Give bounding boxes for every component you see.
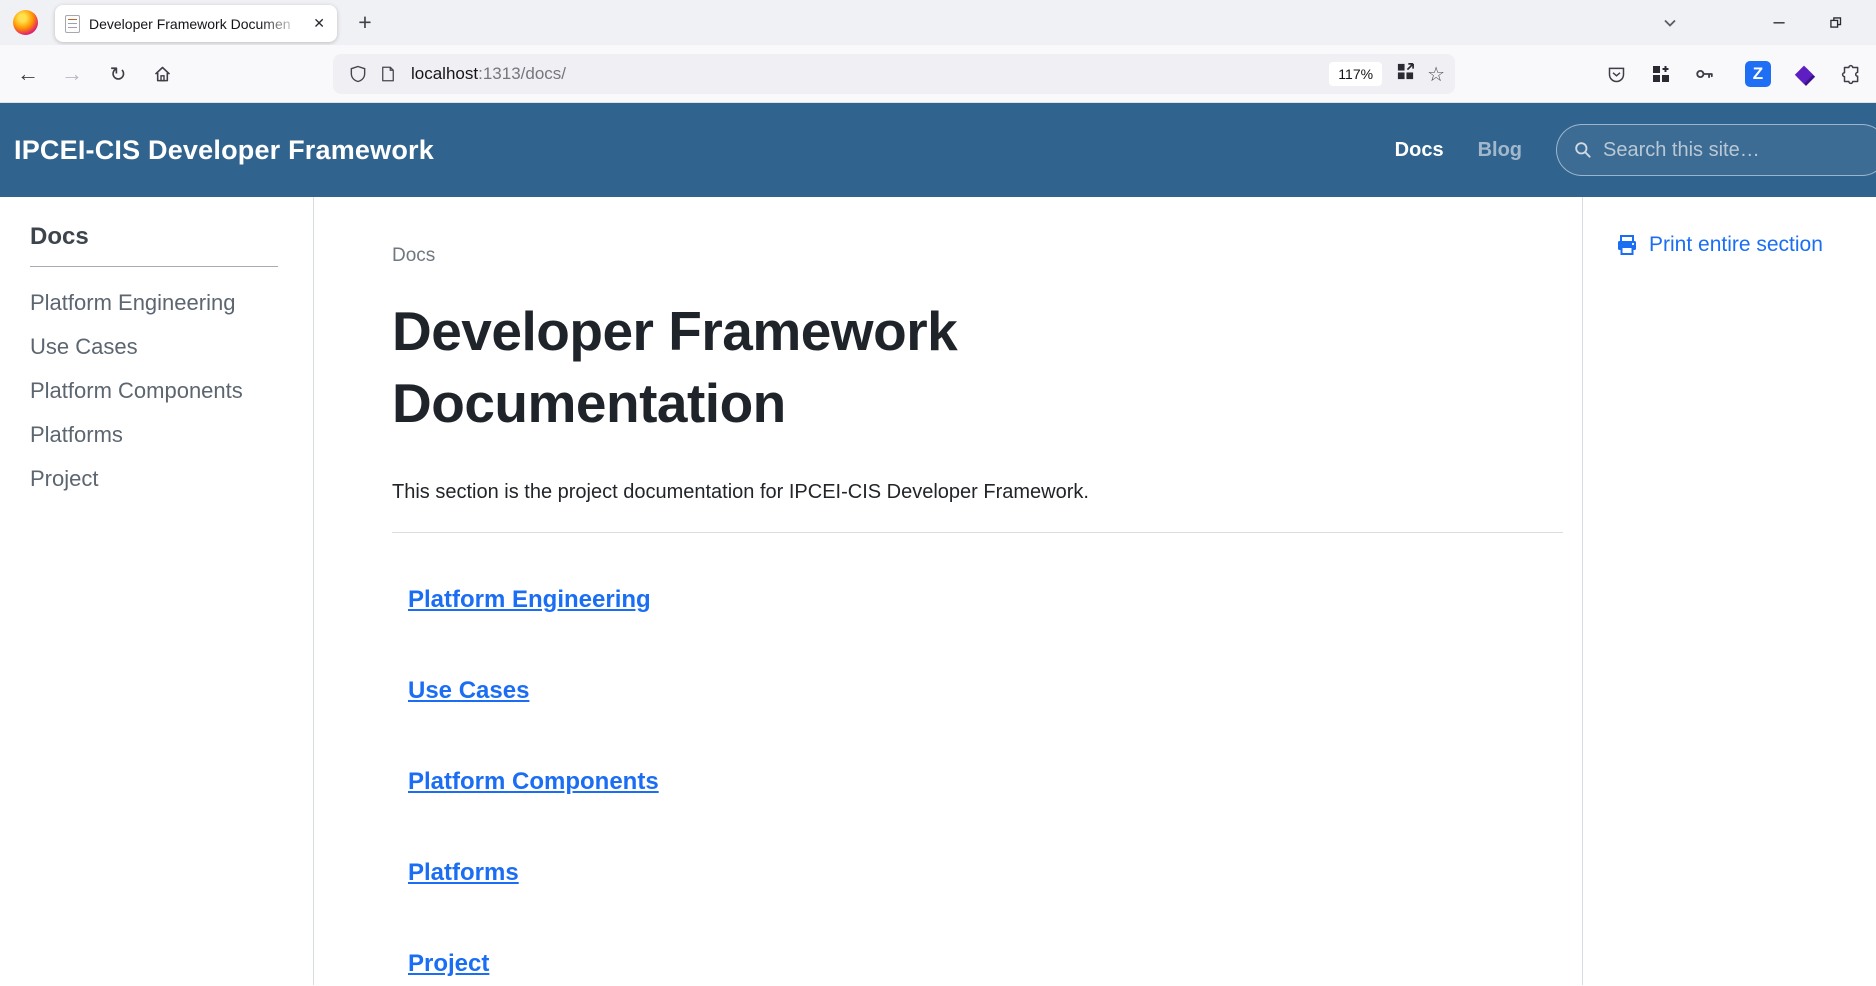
extension-grid-arrow-icon[interactable] bbox=[1396, 62, 1415, 86]
page-info-icon[interactable] bbox=[373, 59, 403, 89]
site-search[interactable] bbox=[1556, 124, 1876, 176]
browser-tab-strip: Developer Framework Documen ✕ + – bbox=[0, 0, 1876, 45]
url-host: localhost bbox=[411, 64, 478, 83]
search-input[interactable] bbox=[1603, 139, 1871, 162]
intro-paragraph: This section is the project documentatio… bbox=[392, 481, 1582, 504]
tab-title: Developer Framework Documen bbox=[89, 16, 307, 32]
section-link-project[interactable]: Project bbox=[408, 949, 489, 978]
docs-sidebar: Docs Platform Engineering Use Cases Plat… bbox=[0, 197, 314, 985]
sidebar-item-use-cases[interactable]: Use Cases bbox=[30, 333, 313, 361]
new-tab-button[interactable]: + bbox=[349, 6, 381, 38]
browser-tab[interactable]: Developer Framework Documen ✕ bbox=[55, 5, 337, 42]
nav-link-docs[interactable]: Docs bbox=[1395, 139, 1444, 162]
page-title: Developer Framework Documentation bbox=[392, 295, 1172, 439]
search-icon bbox=[1573, 140, 1593, 160]
list-tabs-chevron-icon[interactable] bbox=[1653, 0, 1687, 45]
forward-button[interactable]: → bbox=[56, 58, 88, 90]
url-text[interactable]: localhost:1313/docs/ bbox=[411, 64, 566, 84]
site-brand[interactable]: IPCEI-CIS Developer Framework bbox=[14, 135, 434, 166]
extensions-icon[interactable] bbox=[1645, 58, 1677, 90]
section-link-platform-engineering[interactable]: Platform Engineering bbox=[408, 585, 651, 614]
nav-link-blog[interactable]: Blog bbox=[1478, 139, 1522, 162]
content-divider bbox=[392, 532, 1563, 533]
printer-icon bbox=[1615, 233, 1639, 257]
window-minimize-button[interactable]: – bbox=[1762, 0, 1796, 45]
layers-extension-icon[interactable]: ◆ bbox=[1788, 58, 1820, 90]
passwords-key-icon[interactable] bbox=[1688, 58, 1720, 90]
sidebar-divider bbox=[30, 266, 278, 267]
pocket-icon[interactable] bbox=[1600, 58, 1632, 90]
tab-favicon-icon bbox=[65, 15, 80, 33]
sidebar-item-project[interactable]: Project bbox=[30, 465, 313, 493]
bookmark-star-icon[interactable]: ☆ bbox=[1427, 62, 1445, 87]
tab-close-icon[interactable]: ✕ bbox=[311, 15, 327, 32]
page-body: Docs Platform Engineering Use Cases Plat… bbox=[0, 197, 1876, 985]
print-section-link[interactable]: Print entire section bbox=[1615, 233, 1876, 257]
z-extension-icon[interactable]: Z bbox=[1742, 58, 1774, 90]
back-button[interactable]: ← bbox=[12, 58, 44, 90]
site-navbar: IPCEI-CIS Developer Framework Docs Blog bbox=[0, 103, 1876, 197]
url-bar[interactable]: localhost:1313/docs/ 117% ☆ bbox=[333, 54, 1455, 94]
tracking-shield-icon[interactable] bbox=[343, 59, 373, 89]
breadcrumb[interactable]: Docs bbox=[392, 245, 435, 266]
sidebar-heading-docs[interactable]: Docs bbox=[30, 223, 89, 250]
browser-toolbar: ← → ↻ localhost:1313/docs/ 117% ☆ Z ◆ bbox=[0, 45, 1876, 103]
section-link-use-cases[interactable]: Use Cases bbox=[408, 676, 529, 705]
url-path: :1313/docs/ bbox=[478, 64, 566, 83]
main-content: Docs Developer Framework Documentation T… bbox=[314, 197, 1582, 985]
sidebar-item-platform-components[interactable]: Platform Components bbox=[30, 377, 313, 405]
home-button[interactable] bbox=[146, 58, 178, 90]
right-sidebar: Print entire section bbox=[1582, 197, 1876, 985]
zoom-level-badge[interactable]: 117% bbox=[1329, 62, 1382, 86]
firefox-logo-icon[interactable] bbox=[13, 10, 38, 35]
section-list: Platform Engineering Use Cases Platform … bbox=[392, 585, 1582, 986]
reload-button[interactable]: ↻ bbox=[102, 58, 134, 90]
sidebar-item-platforms[interactable]: Platforms bbox=[30, 421, 313, 449]
puzzle-extension-icon[interactable] bbox=[1835, 58, 1867, 90]
navbar-right: Docs Blog bbox=[1395, 103, 1876, 197]
print-section-label: Print entire section bbox=[1649, 233, 1823, 257]
sidebar-item-platform-engineering[interactable]: Platform Engineering bbox=[30, 289, 313, 317]
section-link-platform-components[interactable]: Platform Components bbox=[408, 767, 659, 796]
window-restore-button[interactable] bbox=[1818, 0, 1852, 45]
section-link-platforms[interactable]: Platforms bbox=[408, 858, 519, 887]
